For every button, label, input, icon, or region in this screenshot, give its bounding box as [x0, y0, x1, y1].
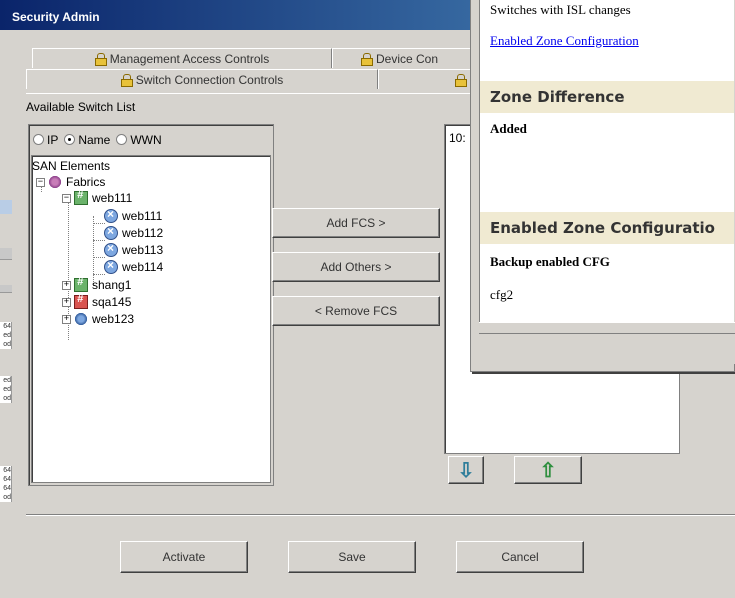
tab-label: Switch Connection Controls	[135, 72, 284, 87]
tree-node-label: web112	[122, 226, 164, 240]
tab-device-controls[interactable]: Device Con	[332, 48, 482, 68]
arrow-up-icon: ⇧	[539, 459, 557, 482]
background-row: od	[0, 394, 12, 403]
collapse-icon[interactable]: −	[36, 177, 45, 187]
switch-group-icon	[74, 277, 88, 292]
tree-node-web112[interactable]: web112	[104, 224, 164, 241]
report-footer-divider	[479, 333, 735, 363]
radio-button[interactable]	[116, 134, 128, 145]
add-others-button[interactable]: Add Others >	[272, 252, 440, 282]
tree-node-web111-group[interactable]: − web111	[62, 190, 132, 206]
tree-node-web123[interactable]: + web123	[62, 311, 134, 327]
tab-management-access-controls[interactable]: Management Access Controls	[32, 48, 332, 68]
zone-difference-heading: Zone Difference	[480, 81, 735, 113]
tree-node-label: web123	[92, 312, 135, 326]
window-title: Security Admin	[12, 10, 100, 24]
background-row: 64	[0, 466, 12, 475]
activate-button[interactable]: Activate	[120, 541, 248, 573]
identifier-radio-group: IP Name WWN	[33, 133, 162, 147]
background-row: 64	[0, 322, 12, 331]
radio-label: Name	[78, 133, 111, 147]
report-content: Switches with ISL changes Enabled Zone C…	[479, 0, 735, 322]
fabric-icon	[48, 175, 62, 189]
expand-icon[interactable]: +	[62, 280, 71, 290]
save-button[interactable]: Save	[288, 541, 416, 573]
cancel-button[interactable]: Cancel	[456, 541, 584, 573]
background-row: ed	[0, 331, 12, 340]
enabled-zone-config-link[interactable]: Enabled Zone Configuration	[490, 33, 639, 49]
available-switch-list: IP Name WWN SAN Elements − Fabrics − # w…	[28, 124, 274, 486]
expand-icon[interactable]: +	[62, 297, 71, 307]
tree-node-sqa145[interactable]: + sqa145	[62, 294, 131, 310]
report-footer	[479, 322, 735, 364]
fabric-icon	[74, 312, 88, 326]
tree-node-label: sqa145	[92, 295, 132, 309]
available-switch-list-label: Available Switch List	[26, 100, 136, 114]
background-window-titlebar	[0, 200, 12, 214]
add-fcs-button[interactable]: Add FCS >	[272, 208, 440, 238]
tree-node-label: web114	[122, 260, 164, 274]
radio-label: IP	[47, 133, 59, 147]
radio-label: WWN	[130, 133, 162, 147]
tree-node-label: web111	[122, 209, 163, 223]
switch-icon	[104, 224, 118, 240]
arrow-down-icon: ⇩	[457, 459, 475, 482]
background-band	[0, 248, 12, 260]
switch-icon	[104, 258, 118, 274]
switch-icon	[104, 241, 118, 257]
zone-report-window: Switches with ISL changes Enabled Zone C…	[470, 0, 735, 372]
background-row: ed	[0, 376, 12, 385]
move-down-button[interactable]: ⇩	[448, 456, 484, 484]
background-row: od	[0, 340, 12, 349]
tree-node-label: Fabrics	[66, 175, 106, 189]
tab-label: Device Con	[376, 51, 439, 66]
background-row: ed	[0, 385, 12, 394]
added-label: Added	[490, 121, 527, 136]
tree-node-label: web111	[92, 191, 133, 205]
tab-label: Management Access Controls	[109, 51, 270, 66]
tree-node-web111[interactable]: web111	[104, 207, 163, 224]
isl-changes-text: Switches with ISL changes	[490, 2, 631, 17]
tree-root-label: SAN Elements	[32, 159, 111, 173]
list-item[interactable]: 10:	[449, 131, 466, 145]
radio-name[interactable]: Name	[64, 133, 110, 147]
radio-button[interactable]	[33, 134, 44, 145]
lock-icon	[455, 74, 467, 87]
radio-ip[interactable]: IP	[33, 133, 58, 147]
radio-button[interactable]	[64, 134, 76, 145]
cfg-value: cfg2	[490, 287, 514, 302]
fabric-icon	[74, 294, 88, 309]
tree-node-shang1[interactable]: + shang1	[62, 277, 131, 293]
tree-node-label: shang1	[92, 278, 132, 292]
tree-node-label: web113	[122, 243, 164, 257]
tree-node-fabrics[interactable]: − Fabrics	[36, 174, 105, 190]
lock-icon	[120, 74, 133, 87]
backup-cfg-label: Backup enabled CFG	[490, 254, 610, 269]
collapse-icon[interactable]: −	[62, 193, 71, 203]
remove-fcs-button[interactable]: < Remove FCS	[272, 296, 440, 326]
background-row: od	[0, 493, 12, 502]
tree-node-web113[interactable]: web113	[104, 241, 164, 258]
tree-connector	[93, 216, 94, 286]
footer-separator	[26, 514, 735, 516]
background-band	[0, 285, 12, 293]
background-row: 64	[0, 484, 12, 493]
move-up-button[interactable]: ⇧	[514, 456, 582, 484]
background-window: 64 ed od ed ed od 64 64 64 od	[0, 0, 12, 598]
tab-switch-connection-controls[interactable]: Switch Connection Controls	[26, 69, 378, 89]
tab-fcs-policy[interactable]	[378, 69, 482, 89]
background-row: 64	[0, 475, 12, 484]
enabled-zone-config-heading: Enabled Zone Configuratio	[480, 212, 735, 244]
lock-icon	[94, 53, 107, 66]
expand-icon[interactable]: +	[62, 314, 71, 324]
switch-icon	[104, 207, 118, 223]
san-elements-tree[interactable]: SAN Elements − Fabrics − web111 web111 w…	[31, 155, 271, 483]
lock-icon	[361, 53, 373, 66]
switch-group-icon	[74, 190, 88, 205]
tree-node-web114[interactable]: web114	[104, 258, 164, 275]
tree-root[interactable]: SAN Elements	[32, 158, 110, 174]
radio-wwn[interactable]: WWN	[116, 133, 162, 147]
